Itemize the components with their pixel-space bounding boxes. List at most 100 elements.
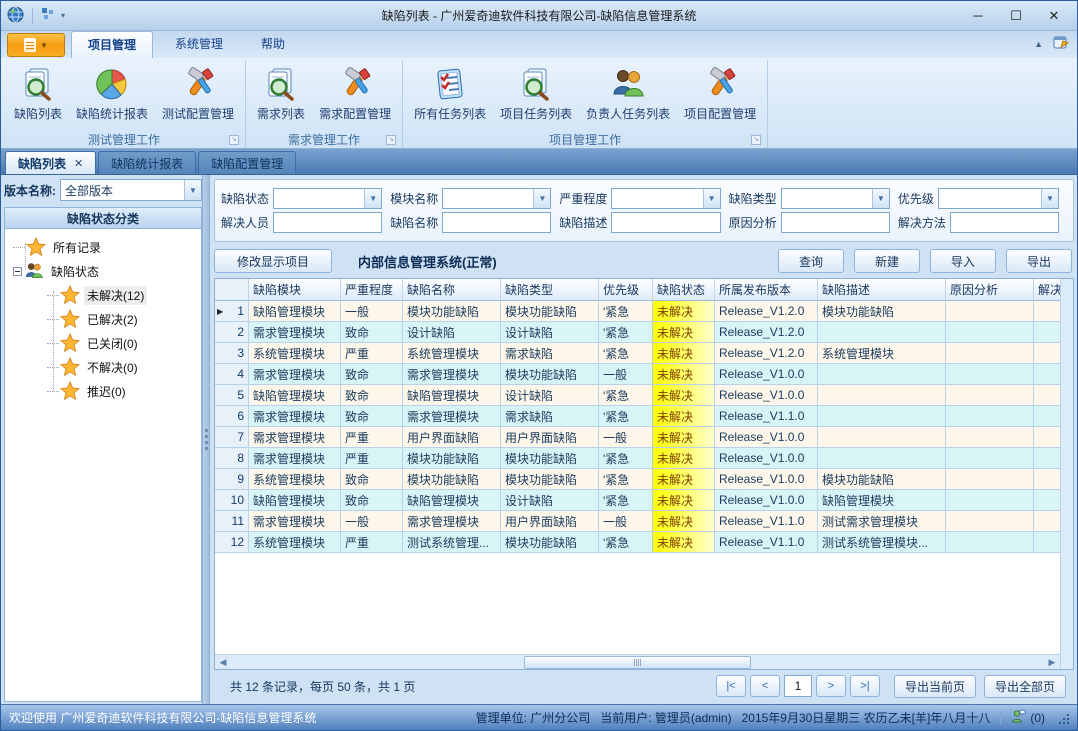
tree-item[interactable]: 推迟(0) xyxy=(5,379,201,403)
filter-input[interactable] xyxy=(273,212,382,233)
filter-input[interactable] xyxy=(781,212,890,233)
import-button[interactable]: 导入 xyxy=(930,249,996,273)
ribbon-button[interactable]: 缺陷统计报表 xyxy=(71,62,153,125)
table-row[interactable]: ▶1缺陷管理模块一般模块功能缺陷模块功能缺陷'紧急未解决Release_V1.2… xyxy=(215,301,1060,322)
column-header[interactable]: 所属发布版本 xyxy=(715,279,818,301)
column-header[interactable]: 缺陷状态 xyxy=(653,279,715,301)
minimize-button[interactable]: ─ xyxy=(961,5,995,27)
page-number-input[interactable]: 1 xyxy=(784,675,812,697)
dialog-launcher-icon[interactable]: ↘ xyxy=(229,135,239,145)
column-header[interactable]: 优先级 xyxy=(599,279,653,301)
table-row[interactable]: 5缺陷管理模块致命缺陷管理模块设计缺陷'紧急未解决Release_V1.0.0 xyxy=(215,385,1060,406)
app-menu-icon xyxy=(24,38,36,52)
table-row[interactable]: 12系统管理模块严重测试系统管理...模块功能缺陷'紧急未解决Release_V… xyxy=(215,532,1060,553)
application-menu-button[interactable]: ▼ xyxy=(7,33,65,57)
column-header[interactable]: 解决 xyxy=(1034,279,1060,301)
table-cell xyxy=(946,511,1034,532)
ribbon-button[interactable]: 测试配置管理 xyxy=(157,62,239,125)
dialog-launcher-icon[interactable]: ↘ xyxy=(751,135,761,145)
table-row[interactable]: 10缺陷管理模块致命缺陷管理模块设计缺陷'紧急未解决Release_V1.0.0… xyxy=(215,490,1060,511)
modify-display-items-button[interactable]: 修改显示项目 xyxy=(214,249,332,273)
ribbon-button[interactable]: 所有任务列表 xyxy=(409,62,491,125)
tree-item[interactable]: 已解决(2) xyxy=(5,307,201,331)
quick-access-caret-icon[interactable]: ▾ xyxy=(61,11,65,20)
scrollbar-thumb[interactable] xyxy=(524,656,752,669)
filter-input[interactable] xyxy=(442,212,551,233)
table-row[interactable]: 7需求管理模块严重用户界面缺陷用户界面缺陷一般未解决Release_V1.0.0 xyxy=(215,427,1060,448)
table-cell: 未解决 xyxy=(653,469,715,490)
table-row[interactable]: 9系统管理模块致命模块功能缺陷模块功能缺陷'紧急未解决Release_V1.0.… xyxy=(215,469,1060,490)
close-button[interactable]: ✕ xyxy=(1037,5,1071,27)
tree-item[interactable]: 缺陷状态 xyxy=(5,259,201,283)
table-cell xyxy=(1034,385,1060,406)
tree-item[interactable]: 已关闭(0) xyxy=(5,331,201,355)
prev-page-button[interactable]: < xyxy=(750,675,780,697)
filter-combobox[interactable]: ▼ xyxy=(442,188,551,209)
export-all-pages-button[interactable]: 导出全部页 xyxy=(984,675,1066,698)
filter-input[interactable] xyxy=(611,212,720,233)
filter-combobox[interactable]: ▼ xyxy=(781,188,890,209)
chevron-down-icon[interactable]: ▼ xyxy=(703,189,720,208)
column-header[interactable]: 严重程度 xyxy=(341,279,403,301)
filter-combobox[interactable]: ▼ xyxy=(938,188,1059,209)
ribbon-tab-2[interactable]: 系统管理 xyxy=(159,31,239,58)
column-header[interactable]: 缺陷名称 xyxy=(403,279,501,301)
resize-grip[interactable] xyxy=(1057,712,1069,724)
tree-item[interactable]: 未解决(12) xyxy=(5,283,201,307)
doc-tab-1[interactable]: 缺陷列表✕ xyxy=(5,151,96,174)
ribbon-button[interactable]: 需求配置管理 xyxy=(314,62,396,125)
column-header[interactable]: 缺陷类型 xyxy=(501,279,599,301)
ribbon-button[interactable]: 缺陷列表 xyxy=(9,62,67,125)
scroll-left-icon[interactable]: ◀ xyxy=(215,657,231,668)
tree-item[interactable]: 所有记录 xyxy=(5,235,201,259)
export-current-page-button[interactable]: 导出当前页 xyxy=(894,675,976,698)
query-button[interactable]: 查询 xyxy=(778,249,844,273)
chevron-down-icon[interactable]: ▼ xyxy=(872,189,889,208)
filter-combobox[interactable]: ▼ xyxy=(611,188,720,209)
horizontal-scrollbar[interactable]: ◀ ▶ xyxy=(215,654,1060,669)
table-row[interactable]: 11需求管理模块一般需求管理模块用户界面缺陷一般未解决Release_V1.1.… xyxy=(215,511,1060,532)
ribbon-collapse-icon[interactable]: ▲ xyxy=(1034,39,1043,49)
messages-person-icon[interactable] xyxy=(1011,709,1026,726)
vertical-scrollbar[interactable] xyxy=(1060,279,1073,669)
ribbon-button[interactable]: 项目配置管理 xyxy=(679,62,761,125)
table-row[interactable]: 3系统管理模块严重系统管理模块需求缺陷'紧急未解决Release_V1.2.0系… xyxy=(215,343,1060,364)
tab-close-icon[interactable]: ✕ xyxy=(74,157,83,170)
column-header[interactable]: 原因分析 xyxy=(946,279,1034,301)
dialog-launcher-icon[interactable]: ↘ xyxy=(386,135,396,145)
version-select[interactable]: 全部版本 ▼ xyxy=(60,179,202,201)
chevron-down-icon[interactable]: ▼ xyxy=(1041,189,1058,208)
quick-access-grid-icon[interactable] xyxy=(41,7,55,24)
export-button[interactable]: 导出 xyxy=(1006,249,1072,273)
ribbon-help-icon[interactable] xyxy=(1053,35,1069,53)
maximize-button[interactable]: ☐ xyxy=(999,5,1033,27)
new-button[interactable]: 新建 xyxy=(854,249,920,273)
chevron-down-icon[interactable]: ▼ xyxy=(533,189,550,208)
tree-item[interactable]: 不解决(0) xyxy=(5,355,201,379)
table-row[interactable]: 2需求管理模块致命设计缺陷设计缺陷'紧急未解决Release_V1.2.0 xyxy=(215,322,1060,343)
table-row[interactable]: 4需求管理模块致命需求管理模块模块功能缺陷一般未解决Release_V1.0.0 xyxy=(215,364,1060,385)
doc-tab-3[interactable]: 缺陷配置管理 xyxy=(198,151,296,174)
scroll-right-icon[interactable]: ▶ xyxy=(1044,657,1060,668)
last-page-button[interactable]: >| xyxy=(850,675,880,697)
chevron-down-icon[interactable]: ▼ xyxy=(184,180,201,200)
table-cell: Release_V1.0.0 xyxy=(715,469,818,490)
table-row[interactable]: 8需求管理模块严重模块功能缺陷模块功能缺陷'紧急未解决Release_V1.0.… xyxy=(215,448,1060,469)
filter-input[interactable] xyxy=(950,212,1059,233)
ribbon-button[interactable]: 负责人任务列表 xyxy=(581,62,675,125)
tree-expander-icon[interactable] xyxy=(13,267,22,276)
chevron-down-icon[interactable]: ▼ xyxy=(364,189,381,208)
splitter-handle[interactable] xyxy=(202,175,210,704)
ribbon-button[interactable]: 项目任务列表 xyxy=(495,62,577,125)
ribbon-button[interactable]: 需求列表 xyxy=(252,62,310,125)
filter-combobox[interactable]: ▼ xyxy=(273,188,382,209)
first-page-button[interactable]: |< xyxy=(716,675,746,697)
column-header[interactable]: 缺陷描述 xyxy=(818,279,946,301)
ribbon-tab-3[interactable]: 帮助 xyxy=(245,31,301,58)
table-cell: 致命 xyxy=(341,364,403,385)
ribbon-tab-1[interactable]: 项目管理 xyxy=(71,31,153,58)
next-page-button[interactable]: > xyxy=(816,675,846,697)
column-header[interactable]: 缺陷模块 xyxy=(249,279,341,301)
table-row[interactable]: 6需求管理模块致命需求管理模块需求缺陷'紧急未解决Release_V1.1.0 xyxy=(215,406,1060,427)
doc-tab-2[interactable]: 缺陷统计报表 xyxy=(98,151,196,174)
